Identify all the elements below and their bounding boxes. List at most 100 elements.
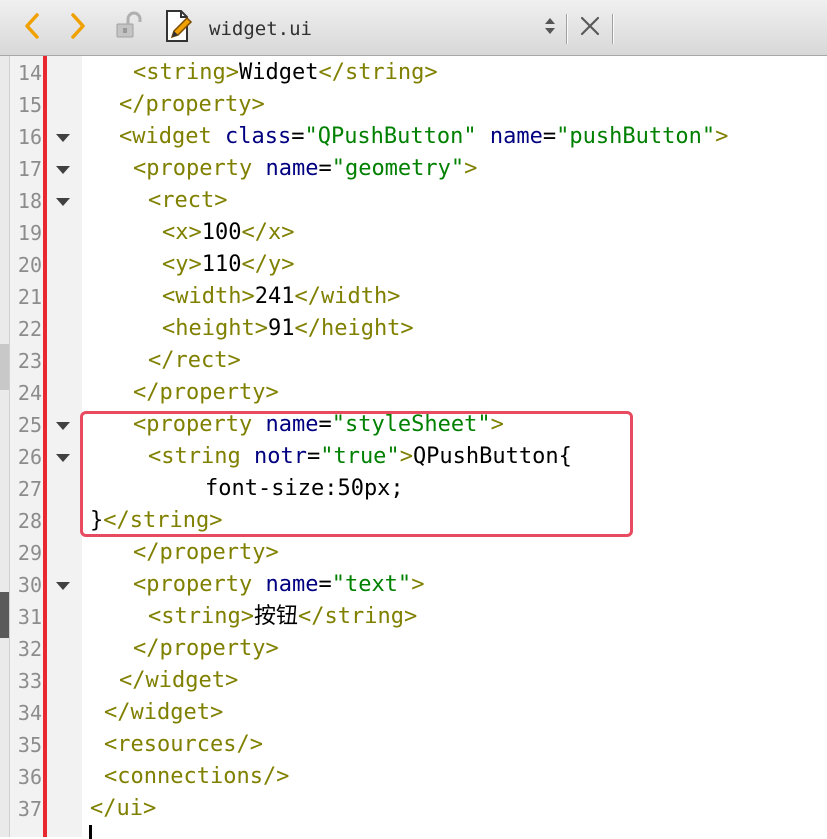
code-text: <width>241</width>	[162, 281, 400, 313]
code-line[interactable]: 18 <rect>	[0, 185, 827, 217]
document-edit-icon	[163, 9, 193, 47]
line-number: 28	[17, 509, 42, 533]
code-text: <property name="text">	[133, 569, 424, 601]
back-button[interactable]	[14, 0, 50, 56]
token-tag: <property	[133, 156, 253, 181]
close-file-button[interactable]	[572, 0, 608, 56]
token-attr: class	[224, 124, 292, 149]
line-number: 22	[17, 317, 42, 341]
token-tag: </x>	[241, 220, 295, 245]
code-line[interactable]: 34 </widget>	[0, 697, 827, 729]
forward-button[interactable]	[60, 0, 96, 56]
token-tag: <widget	[119, 124, 212, 149]
code-line[interactable]: 29 </property>	[0, 537, 827, 569]
code-text: </rect>	[148, 345, 241, 377]
code-line[interactable]: 30 <property name="text">	[0, 569, 827, 601]
token-tag: <rect>	[148, 188, 228, 213]
token-attr: name	[265, 572, 319, 597]
code-text: </property>	[119, 89, 265, 121]
line-number: 21	[17, 285, 42, 309]
code-line[interactable]: 32 </property>	[0, 633, 827, 665]
token-tag: >	[715, 124, 729, 149]
line-number: 37	[17, 797, 42, 821]
line-number: 18	[17, 189, 42, 213]
token-tag: </property>	[133, 636, 279, 661]
code-text: <rect>	[148, 185, 227, 217]
token-tag: <x>	[162, 220, 202, 245]
code-line[interactable]: 19 <x>100</x>	[0, 217, 827, 249]
fold-arrow-icon[interactable]	[56, 422, 70, 430]
file-switch-button[interactable]	[538, 0, 562, 56]
code-line[interactable]: 14 <string>Widget</string>	[0, 57, 827, 89]
toolbar-separator	[566, 14, 567, 44]
code-line[interactable]: 15 </property>	[0, 89, 827, 121]
fold-arrow-icon[interactable]	[56, 134, 70, 142]
code-line[interactable]: 17 <property name="geometry">	[0, 153, 827, 185]
token-txt: 110	[201, 252, 242, 277]
token-str: "pushButton"	[556, 124, 716, 149]
line-number: 35	[17, 733, 42, 757]
code-line[interactable]: 20 <y>110</y>	[0, 249, 827, 281]
code-text: <x>100</x>	[162, 217, 294, 249]
toolbar-separator	[612, 14, 613, 44]
code-text: </widget>	[104, 697, 223, 729]
code-line[interactable]: 24 </property>	[0, 377, 827, 409]
fold-arrow-icon[interactable]	[56, 198, 70, 206]
code-line[interactable]: 23 </rect>	[0, 345, 827, 377]
line-number: 33	[17, 669, 42, 693]
fold-arrow-icon[interactable]	[56, 166, 70, 174]
fold-arrow-icon[interactable]	[56, 582, 70, 590]
code-line[interactable]: 16 <widget class="QPushButton" name="push…	[0, 121, 827, 153]
code-text: <y>110</y>	[162, 249, 294, 281]
code-text: </property>	[133, 633, 279, 665]
code-text: <connections/>	[104, 761, 289, 793]
code-text: <resources/>	[104, 729, 263, 761]
line-number: 24	[17, 381, 42, 405]
token-txt: 241	[254, 284, 295, 309]
code-line[interactable]: 21 <width>241</width>	[0, 281, 827, 313]
token-txt: 按钮	[253, 604, 298, 629]
code-line[interactable]: 33 </widget>	[0, 665, 827, 697]
code-text: </property>	[133, 537, 279, 569]
code-line[interactable]: 35 <resources/>	[0, 729, 827, 761]
lock-button[interactable]	[108, 0, 148, 56]
line-number: 31	[17, 605, 42, 629]
document-button[interactable]	[158, 0, 198, 56]
token-tag: <height>	[162, 316, 268, 341]
code-line[interactable]: 36 <connections/>	[0, 761, 827, 793]
token-txt: 100	[201, 220, 242, 245]
code-text: <string>按钮</string>	[148, 601, 417, 633]
line-number: 34	[17, 701, 42, 725]
token-attr: name	[265, 156, 319, 181]
code-text: <widget class="QPushButton" name="pushBu…	[119, 121, 728, 153]
token-tag: <width>	[162, 284, 255, 309]
token-str: "geometry"	[331, 156, 465, 181]
line-number: 36	[17, 765, 42, 789]
token-tag: >	[464, 156, 478, 181]
token-attr: name	[489, 124, 543, 149]
code-text: <string>Widget</string>	[133, 57, 438, 89]
line-number: 30	[17, 573, 42, 597]
code-line[interactable]: 37 </ui>	[0, 793, 827, 825]
line-number: 15	[17, 93, 42, 117]
file-name-label[interactable]: widget.ui	[209, 18, 312, 40]
unlock-icon	[114, 11, 142, 45]
code-line[interactable]: 22 <height>91</height>	[0, 313, 827, 345]
token-tag: </rect>	[148, 348, 241, 373]
close-icon	[579, 15, 601, 41]
token-tag: </property>	[133, 380, 279, 405]
token-txt: =	[542, 124, 557, 149]
fold-arrow-icon[interactable]	[56, 454, 70, 462]
token-tag: <string>	[133, 60, 239, 85]
code-editor[interactable]: 14 <string>Widget</string> 15 </property> 16…	[0, 56, 827, 839]
token-tag: </y>	[241, 252, 295, 277]
editor-toolbar: widget.ui	[0, 0, 827, 56]
line-number: 25	[17, 413, 42, 437]
code-line[interactable]: 31 <string>按钮</string>	[0, 601, 827, 633]
line-number: 14	[17, 61, 42, 85]
highlight-box	[80, 411, 633, 537]
token-txt: Widget	[238, 60, 319, 85]
token-tag: <connections/>	[104, 764, 290, 789]
